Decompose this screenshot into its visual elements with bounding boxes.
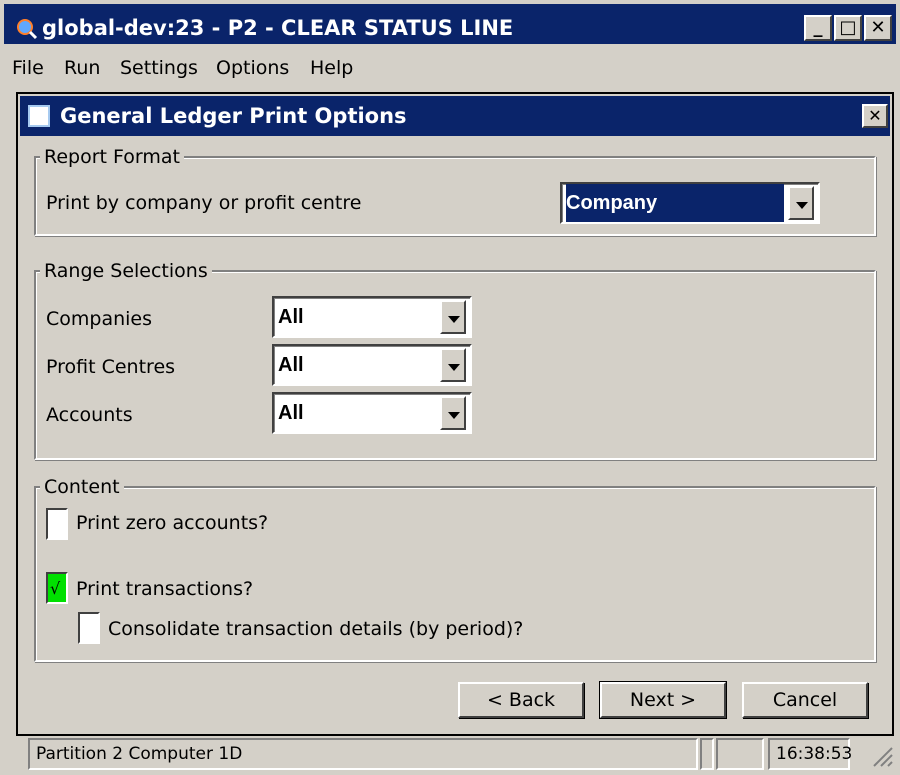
print-by-dropdown-arrow-icon[interactable] [788,186,814,220]
window-close-button[interactable]: ✕ [864,15,892,41]
print-zero-checkbox[interactable] [46,508,68,540]
print-transactions-checkbox[interactable]: √ [46,572,68,604]
accounts-value: All [278,402,304,424]
status-partition-pane: Partition 2 Computer 1D [28,738,698,770]
accounts-label: Accounts [46,404,133,426]
status-empty-pane-2 [716,738,764,770]
print-by-combo[interactable]: Company [560,182,820,224]
next-button[interactable]: Next > [599,681,727,719]
profit-centres-value: All [278,354,304,376]
companies-label: Companies [46,308,153,330]
status-empty-pane-1 [700,738,714,770]
profit-centres-dropdown-arrow-icon[interactable] [440,348,466,382]
app-magnifier-icon [17,19,38,40]
back-button[interactable]: < Back [458,682,584,718]
report-format-legend: Report Format [40,144,184,170]
print-zero-label[interactable]: Print zero accounts? [76,508,268,538]
status-time-pane: 16:38:53 [768,738,852,770]
window-title: global-dev:23 - P2 - CLEAR STATUS LINE [42,16,514,40]
menu-run[interactable]: Run [64,54,100,82]
maximize-button[interactable]: □ [834,15,862,41]
print-by-label: Print by company or profit centre [46,192,362,214]
companies-combo[interactable]: All [272,296,472,338]
menu-bar: File Run Settings Options Help [4,46,896,90]
cancel-button[interactable]: Cancel [742,682,868,718]
print-by-value: Company [566,184,784,222]
application-window: global-dev:23 - P2 - CLEAR STATUS LINE _… [0,0,900,775]
menu-file[interactable]: File [12,54,44,82]
companies-dropdown-arrow-icon[interactable] [440,300,466,334]
dialog-title: General Ledger Print Options [60,104,407,128]
consolidate-checkbox[interactable] [78,612,100,644]
consolidate-label[interactable]: Consolidate transaction details (by peri… [108,614,523,644]
menu-help[interactable]: Help [310,54,353,82]
accounts-dropdown-arrow-icon[interactable] [440,396,466,430]
profit-centres-label: Profit Centres [46,356,176,378]
content-legend: Content [40,474,124,500]
companies-value: All [278,306,304,328]
menu-settings[interactable]: Settings [120,54,198,82]
range-selections-legend: Range Selections [40,258,212,284]
status-bar: Partition 2 Computer 1D 16:38:53 [24,738,896,772]
checkmark-icon: √ [50,579,61,598]
dialog-titlebar[interactable]: General Ledger Print Options ✕ [20,96,890,136]
profit-centres-combo[interactable]: All [272,344,472,386]
print-options-dialog: General Ledger Print Options ✕ Report Fo… [16,92,894,736]
window-titlebar[interactable]: global-dev:23 - P2 - CLEAR STATUS LINE _… [4,4,896,44]
menu-options[interactable]: Options [216,54,289,82]
print-transactions-label[interactable]: Print transactions? [76,574,253,604]
dialog-close-button[interactable]: ✕ [862,104,888,128]
resize-grip-icon[interactable] [870,744,894,768]
dialog-window-icon [28,105,50,127]
minimize-button[interactable]: _ [804,15,832,41]
accounts-combo[interactable]: All [272,392,472,434]
